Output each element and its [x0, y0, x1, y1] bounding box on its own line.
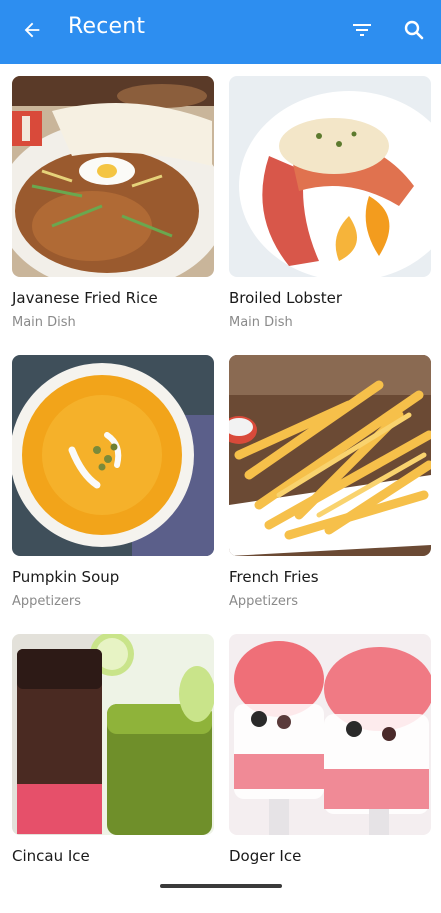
- recipe-name: Javanese Fried Rice: [12, 289, 158, 307]
- recipe-name: Broiled Lobster: [229, 289, 343, 307]
- recipe-card[interactable]: Pumpkin Soup Appetizers: [12, 355, 214, 634]
- recipe-category: Main Dish: [229, 315, 293, 330]
- recipe-name: Cincau Ice: [12, 847, 90, 865]
- recipe-card[interactable]: Broiled Lobster Main Dish: [229, 76, 431, 355]
- recipe-grid: Javanese Fried Rice Main Dish Broiled Lo…: [12, 76, 431, 913]
- filter-button[interactable]: [348, 18, 376, 46]
- home-indicator[interactable]: [160, 884, 282, 888]
- recipe-card[interactable]: Doger Ice: [229, 634, 431, 913]
- recipe-name: Pumpkin Soup: [12, 568, 120, 586]
- search-button[interactable]: [400, 18, 428, 46]
- french-fries-image: [229, 355, 431, 556]
- lobster-image: [229, 76, 431, 277]
- recipe-card[interactable]: French Fries Appetizers: [229, 355, 431, 634]
- recipe-name: French Fries: [229, 568, 319, 586]
- recipe-category: Appetizers: [229, 594, 299, 609]
- pumpkin-soup-image: [12, 355, 214, 556]
- fried-rice-image: [12, 76, 214, 277]
- back-button[interactable]: [18, 18, 46, 46]
- recipe-card[interactable]: Cincau Ice: [12, 634, 214, 913]
- search-icon: [402, 18, 426, 46]
- recipe-category: Appetizers: [12, 594, 82, 609]
- app-bar: Recent: [0, 0, 441, 64]
- cincau-ice-image: [12, 634, 214, 835]
- arrow-left-icon: [21, 19, 43, 45]
- recipe-category: Main Dish: [12, 315, 76, 330]
- page-title: Recent: [68, 14, 146, 39]
- recipe-name: Doger Ice: [229, 847, 302, 865]
- doger-ice-image: [229, 634, 431, 835]
- filter-icon: [350, 18, 374, 46]
- recipe-card[interactable]: Javanese Fried Rice Main Dish: [12, 76, 214, 355]
